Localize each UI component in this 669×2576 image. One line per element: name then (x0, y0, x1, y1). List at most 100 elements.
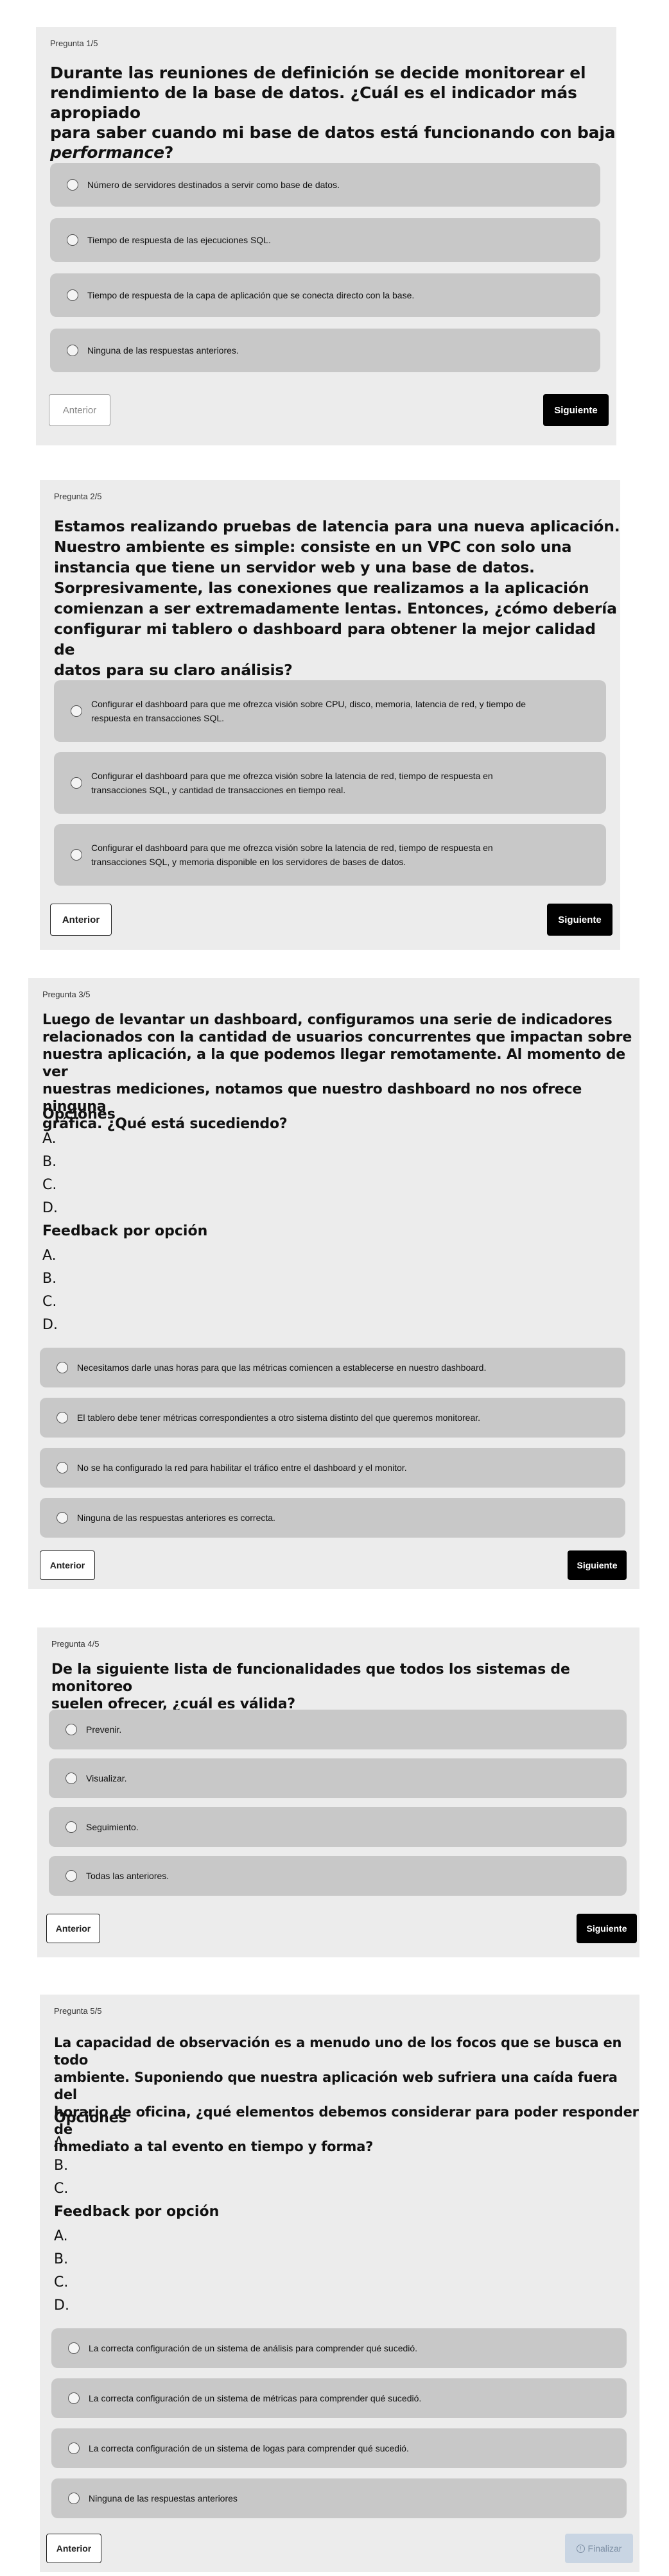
feedback-letter: B. (54, 2251, 69, 2267)
option-b[interactable]: El tablero debe tener métricas correspon… (40, 1398, 625, 1438)
option-label: Configurar el dashboard para que me ofre… (91, 771, 493, 795)
option-letter: A. (42, 1131, 56, 1147)
option-label: Número de servidores destinados a servir… (87, 180, 340, 190)
radio-button[interactable] (68, 2493, 80, 2504)
question-text: La capacidad de observación es a menudo … (54, 2035, 639, 2154)
option-letter: C. (42, 1177, 57, 1193)
question-text: Luego de levantar un dashboard, configur… (42, 1012, 632, 1132)
radio-button[interactable] (71, 849, 82, 861)
option-a[interactable]: Necesitamos darle unas horas para que la… (40, 1348, 625, 1387)
question-italic-term: performance (50, 143, 164, 162)
option-label: Seguimiento. (86, 1822, 139, 1832)
option-c[interactable]: Tiempo de respuesta de la capa de aplica… (50, 273, 600, 317)
radio-button[interactable] (71, 705, 82, 717)
option-b[interactable]: La correcta configuración de un sistema … (51, 2378, 627, 2418)
previous-button[interactable]: Anterior (49, 394, 110, 426)
option-c[interactable]: Seguimiento. (49, 1807, 627, 1847)
previous-button[interactable]: Anterior (50, 904, 112, 936)
option-label: Todas las anteriores. (86, 1871, 169, 1881)
radio-button[interactable] (71, 777, 82, 789)
option-c[interactable]: Configurar el dashboard para que me ofre… (54, 824, 606, 886)
feedback-heading: Feedback por opción (42, 1223, 208, 1239)
option-b[interactable]: Configurar el dashboard para que me ofre… (54, 752, 606, 814)
option-label: Configurar el dashboard para que me ofre… (91, 843, 493, 867)
option-a[interactable]: Configurar el dashboard para que me ofre… (54, 680, 606, 742)
option-letter: C. (54, 2181, 69, 2197)
option-c[interactable]: No se ha configurado la red para habilit… (40, 1448, 625, 1488)
option-c[interactable]: La correcta configuración de un sistema … (51, 2428, 627, 2468)
finish-button[interactable]: ! Finalizar (565, 2534, 633, 2563)
feedback-heading: Feedback por opción (54, 2204, 220, 2220)
question-counter: Pregunta 2/5 (54, 492, 102, 501)
option-label: No se ha configurado la red para habilit… (77, 1463, 407, 1473)
info-circle-icon: ! (576, 2544, 585, 2553)
radio-button[interactable] (56, 1362, 68, 1373)
option-label: La correcta configuración de un sistema … (89, 2343, 418, 2353)
question-card-1: Pregunta 1/5 Durante las reuniones de de… (36, 27, 616, 445)
option-a[interactable]: Prevenir. (49, 1710, 627, 1749)
radio-button[interactable] (68, 2342, 80, 2354)
option-label: La correcta configuración de un sistema … (89, 2393, 422, 2403)
option-label: Ninguna de las respuestas anteriores. (87, 345, 239, 356)
question-text: Durante las reuniones de definición se d… (50, 64, 616, 162)
question-card-5: Pregunta 5/5 La capacidad de observación… (40, 1995, 639, 2572)
radio-button[interactable] (68, 2392, 80, 2404)
next-button[interactable]: Siguiente (577, 1914, 637, 1943)
options-heading: Opciones (54, 2110, 127, 2126)
radio-button[interactable] (56, 1412, 68, 1423)
option-label: La correcta configuración de un sistema … (89, 2443, 409, 2453)
question-text: De la siguiente lista de funcionalidades… (51, 1662, 570, 1712)
options-heading: Opciones (42, 1106, 116, 1122)
feedback-letter: D. (54, 2297, 69, 2314)
previous-button[interactable]: Anterior (40, 1550, 95, 1580)
option-d[interactable]: Todas las anteriores. (49, 1856, 627, 1896)
previous-button[interactable]: Anterior (46, 2534, 101, 2563)
feedback-letter: D. (42, 1317, 58, 1333)
option-a[interactable]: Número de servidores destinados a servir… (50, 163, 600, 207)
feedback-letter: B. (42, 1271, 57, 1287)
question-counter: Pregunta 1/5 (50, 39, 98, 48)
radio-button[interactable] (65, 1724, 77, 1735)
next-button[interactable]: Siguiente (547, 904, 613, 936)
option-d[interactable]: Ninguna de las respuestas anteriores es … (40, 1498, 625, 1538)
radio-button[interactable] (68, 2443, 80, 2454)
option-letter: B. (42, 1154, 57, 1170)
option-label: Visualizar. (86, 1773, 127, 1783)
radio-button[interactable] (65, 1773, 77, 1784)
finish-label: Finalizar (587, 2543, 622, 2554)
option-a[interactable]: La correcta configuración de un sistema … (51, 2328, 627, 2368)
feedback-letter: A. (54, 2228, 68, 2244)
question-counter: Pregunta 3/5 (42, 990, 91, 999)
radio-button[interactable] (65, 1821, 77, 1833)
radio-button[interactable] (67, 179, 78, 191)
feedback-letter: C. (42, 1294, 57, 1310)
option-label: Tiempo de respuesta de la capa de aplica… (87, 290, 415, 300)
radio-button[interactable] (65, 1870, 77, 1882)
option-d[interactable]: Ninguna de las respuestas anteriores (51, 2478, 627, 2518)
option-letter: A. (54, 2134, 68, 2151)
question-card-2: Pregunta 2/5 Estamos realizando pruebas … (40, 480, 620, 950)
radio-button[interactable] (67, 345, 78, 356)
question-text: Estamos realizando pruebas de latencia p… (54, 517, 620, 679)
radio-button[interactable] (67, 289, 78, 301)
option-label: Tiempo de respuesta de las ejecuciones S… (87, 235, 271, 245)
previous-button[interactable]: Anterior (46, 1914, 100, 1943)
radio-button[interactable] (56, 1462, 68, 1473)
option-label: Configurar el dashboard para que me ofre… (91, 699, 526, 723)
next-button[interactable]: Siguiente (568, 1550, 627, 1580)
radio-button[interactable] (67, 234, 78, 246)
option-b[interactable]: Tiempo de respuesta de las ejecuciones S… (50, 218, 600, 262)
question-card-4: Pregunta 4/5 De la siguiente lista de fu… (37, 1627, 639, 1957)
option-d[interactable]: Ninguna de las respuestas anteriores. (50, 329, 600, 372)
option-letter: B. (54, 2158, 69, 2174)
option-label: Necesitamos darle unas horas para que la… (77, 1362, 487, 1373)
option-letter: D. (42, 1200, 58, 1216)
next-button[interactable]: Siguiente (543, 394, 609, 426)
feedback-letter: A. (42, 1248, 56, 1264)
option-label: Prevenir. (86, 1724, 122, 1735)
question-counter: Pregunta 5/5 (54, 2006, 102, 2016)
question-counter: Pregunta 4/5 (51, 1639, 100, 1649)
option-label: Ninguna de las respuestas anteriores (89, 2493, 238, 2503)
radio-button[interactable] (56, 1512, 68, 1524)
option-b[interactable]: Visualizar. (49, 1758, 627, 1798)
